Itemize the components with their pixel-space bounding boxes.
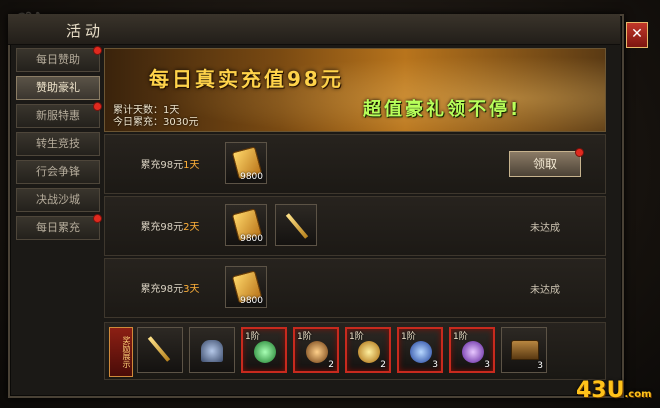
sidebar-item-label: 决战沙城 xyxy=(36,193,80,206)
promo-banner: 每日真实充值98元 超值豪礼领不停! 累计天数：1天 今日累充：3030元 xyxy=(104,48,606,132)
armor-figure-icon xyxy=(201,340,223,362)
item-count: 9800 xyxy=(240,172,263,182)
banner-headline: 每日真实充值98元 xyxy=(149,67,344,91)
sidebar-item-daily-sponsor[interactable]: 每日赞助 xyxy=(16,46,102,72)
item-slot[interactable]: 9800 xyxy=(225,266,267,308)
notification-dot-icon xyxy=(93,102,102,111)
gold-ring-icon xyxy=(358,341,380,363)
sidebar: 每日赞助 赞助豪礼 新服特惠 转生竞技 行会争锋 决战沙城 每日累充 xyxy=(16,46,102,244)
reward-slot[interactable]: 1阶 3 xyxy=(397,327,443,373)
site-watermark-logo: 43U.com xyxy=(576,378,652,403)
reward-slot[interactable] xyxy=(189,327,235,373)
status-text: 未达成 xyxy=(530,223,560,234)
sword-icon xyxy=(147,336,171,362)
banner-subline: 超值豪礼领不停! xyxy=(363,99,522,120)
notification-dot-icon xyxy=(93,46,102,55)
reward-row: 累充98元3天 9800 未达成 xyxy=(104,258,606,318)
item-slot[interactable] xyxy=(275,204,317,246)
reward-row: 累充98元1天 9800 领取 xyxy=(104,134,606,194)
reward-row: 累充98元2天 9800 未达成 xyxy=(104,196,606,256)
row-label: 累充98元1天 xyxy=(140,160,200,171)
today-recharge: 今日累充：3030元 xyxy=(113,117,199,128)
reward-preview-bar: 奖励展示 1阶 1阶 2 1阶 2 1阶 3 1阶 3 3 xyxy=(104,322,606,380)
sidebar-item-label: 新服特惠 xyxy=(36,109,80,122)
bronze-mask-icon xyxy=(306,341,328,363)
sidebar-item-guild-contest[interactable]: 行会争锋 xyxy=(16,160,100,184)
green-gem-icon xyxy=(254,341,276,363)
sidebar-item-label: 行会争锋 xyxy=(36,165,80,178)
sidebar-item-new-server-deals[interactable]: 新服特惠 xyxy=(16,102,102,128)
claim-button[interactable]: 领取 xyxy=(509,148,584,177)
blue-crystal-icon xyxy=(410,341,432,363)
reward-slot[interactable]: 1阶 xyxy=(241,327,287,373)
reward-slot[interactable]: 3 xyxy=(501,327,547,373)
item-count: 9800 xyxy=(240,296,263,306)
sidebar-item-label: 每日赞助 xyxy=(36,53,80,66)
reward-slot[interactable] xyxy=(137,327,183,373)
sidebar-item-label: 赞助豪礼 xyxy=(36,81,80,94)
sidebar-item-rebirth-arena[interactable]: 转生竞技 xyxy=(16,132,100,156)
reward-slot[interactable]: 1阶 3 xyxy=(449,327,495,373)
item-slot[interactable]: 9800 xyxy=(225,204,267,246)
sidebar-item-label: 转生竞技 xyxy=(36,137,80,150)
treasure-chest-icon xyxy=(511,340,539,360)
reward-slot[interactable]: 1阶 2 xyxy=(345,327,391,373)
status-text: 未达成 xyxy=(530,285,560,296)
notification-dot-icon xyxy=(93,214,102,223)
reward-preview-label: 奖励展示 xyxy=(109,327,133,377)
item-count: 9800 xyxy=(240,234,263,244)
row-label: 累充98元2天 xyxy=(140,222,200,233)
sidebar-item-sponsor-gifts[interactable]: 赞助豪礼 xyxy=(16,76,100,100)
window-title: 活动 xyxy=(66,22,105,40)
item-slot[interactable]: 9800 xyxy=(225,142,267,184)
sidebar-item-daily-recharge[interactable]: 每日累充 xyxy=(16,214,102,240)
purple-crystal-icon xyxy=(462,341,484,363)
sidebar-item-sand-city-battle[interactable]: 决战沙城 xyxy=(16,188,100,212)
notification-dot-icon xyxy=(575,148,584,157)
sidebar-item-label: 每日累充 xyxy=(36,221,80,234)
sword-icon xyxy=(285,213,309,239)
close-button[interactable]: ✕ xyxy=(626,22,648,48)
row-label: 累充98元3天 xyxy=(140,284,200,295)
reward-slot[interactable]: 1阶 2 xyxy=(293,327,339,373)
